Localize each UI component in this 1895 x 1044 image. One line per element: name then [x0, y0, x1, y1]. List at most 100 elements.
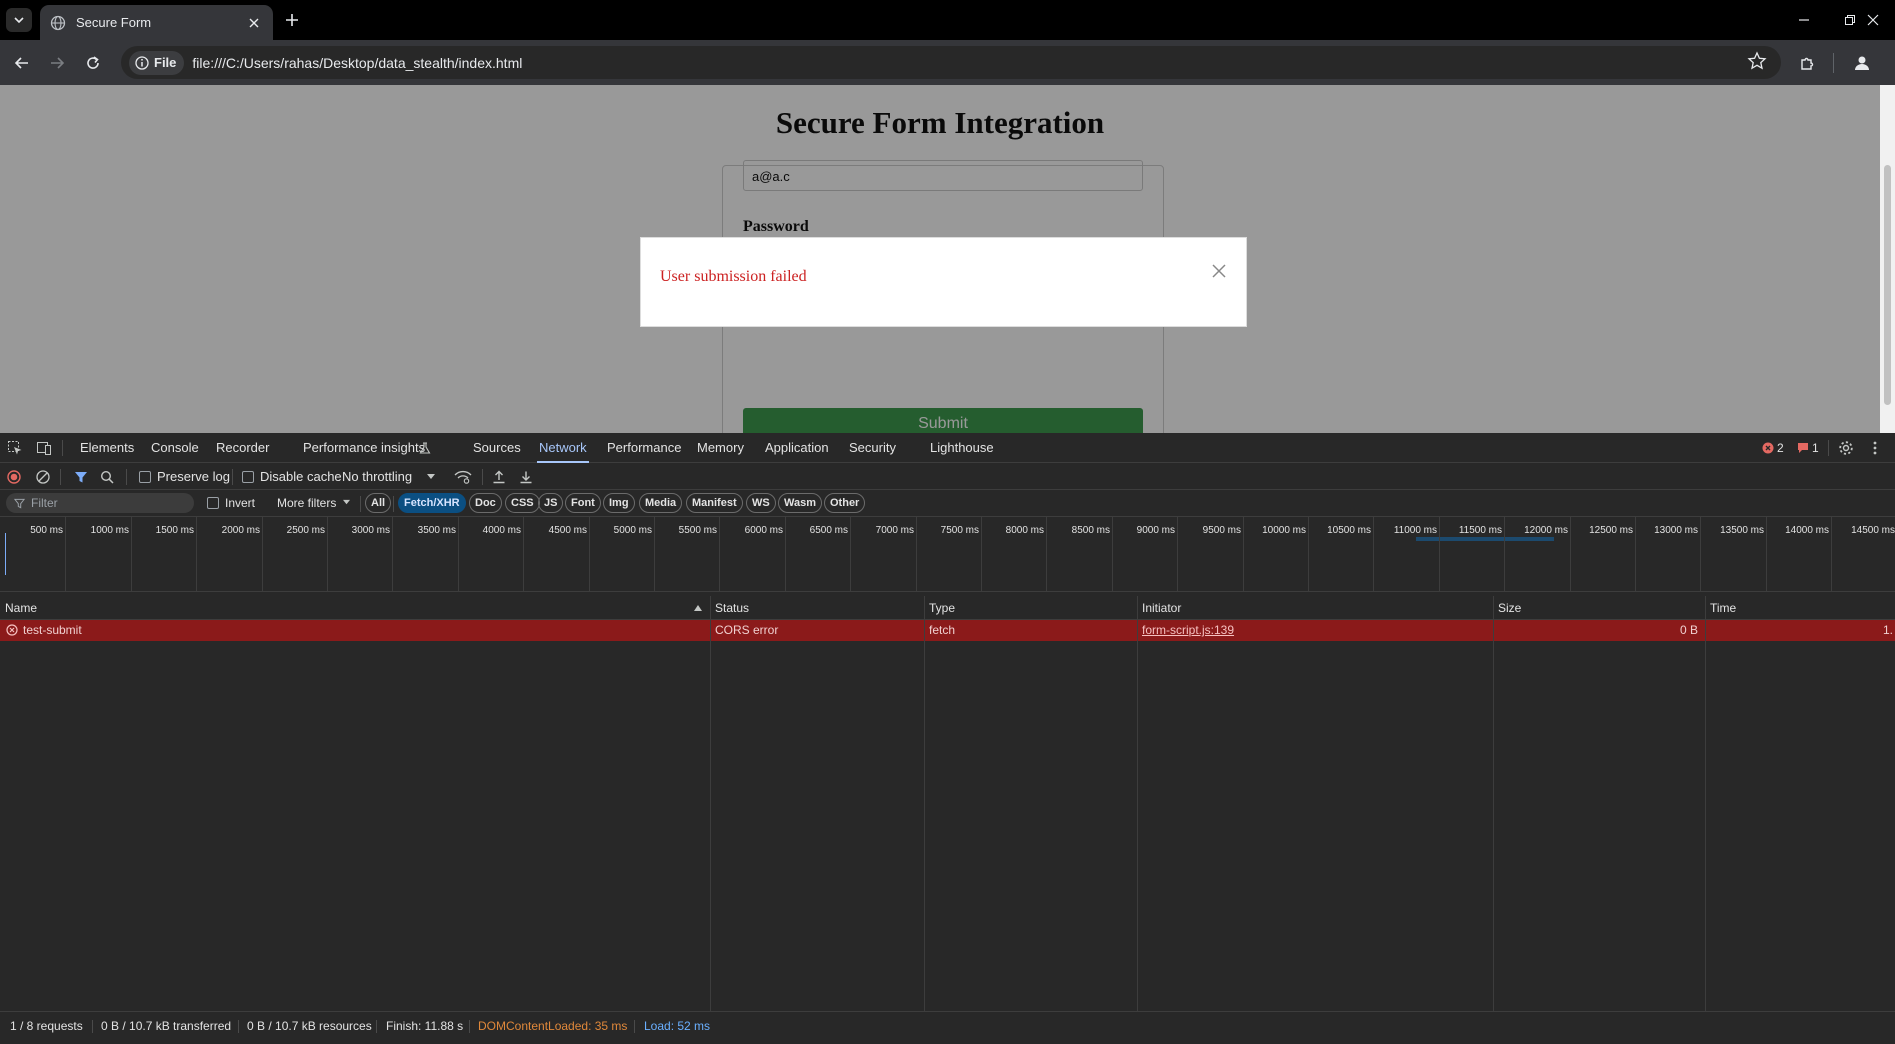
disable-cache-checkbox[interactable]: Disable cache — [242, 467, 342, 486]
filter-type-fetch-xhr[interactable]: Fetch/XHR — [398, 493, 466, 513]
tab-recorder[interactable]: Recorder — [216, 433, 269, 463]
timeline-gridline — [850, 517, 851, 592]
device-toolbar-button[interactable] — [35, 439, 53, 457]
timeline-gridline — [1504, 517, 1505, 592]
tab-lighthouse[interactable]: Lighthouse — [930, 433, 994, 463]
new-tab-button[interactable] — [282, 10, 302, 30]
bookmark-button[interactable] — [1747, 51, 1767, 71]
filter-type-font[interactable]: Font — [565, 493, 601, 513]
tab-memory[interactable]: Memory — [697, 433, 744, 463]
import-har-button[interactable] — [492, 467, 506, 486]
filter-type-doc[interactable]: Doc — [469, 493, 502, 513]
tab-performance[interactable]: Performance — [607, 433, 681, 463]
column-header-name[interactable]: Name — [0, 596, 37, 620]
filter-type-manifest[interactable]: Manifest — [686, 493, 743, 513]
filter-toggle-button[interactable] — [74, 467, 88, 486]
reload-button[interactable] — [80, 50, 106, 76]
export-har-button[interactable] — [519, 467, 533, 486]
timeline-dom-marker — [5, 533, 6, 575]
wifi-settings-icon — [454, 470, 472, 484]
filter-type-css[interactable]: CSS — [505, 493, 540, 513]
settings-button[interactable] — [1837, 439, 1855, 457]
back-button[interactable] — [9, 50, 35, 76]
site-info-chip[interactable]: File — [129, 50, 185, 75]
address-bar[interactable]: File file:///C:/Users/rahas/Desktop/data… — [121, 46, 1781, 79]
timeline-gridline — [1112, 517, 1113, 592]
search-button[interactable] — [100, 467, 114, 486]
timeline-gridline — [1373, 517, 1374, 592]
column-divider[interactable] — [1493, 596, 1494, 1011]
timeline-gridline — [1046, 517, 1047, 592]
restore-window-button[interactable] — [1838, 8, 1862, 32]
filter-type-all[interactable]: All — [365, 493, 392, 513]
request-time: 1. — [1882, 623, 1893, 637]
filter-input[interactable]: Filter — [6, 493, 194, 513]
filter-type-ws[interactable]: WS — [746, 493, 776, 513]
more-filters-dropdown[interactable]: More filters — [277, 493, 351, 512]
filter-type-wasm[interactable]: Wasm — [778, 493, 822, 513]
filter-icon — [75, 471, 87, 482]
record-button[interactable] — [7, 467, 21, 486]
column-header-time[interactable]: Time — [1705, 596, 1736, 620]
forward-button[interactable] — [44, 50, 70, 76]
issue-count-badge[interactable]: 1 — [1797, 441, 1819, 455]
error-count: 2 — [1777, 441, 1784, 455]
request-initiator-link[interactable]: form-script.js:139 — [1137, 620, 1234, 641]
tab-application[interactable]: Application — [765, 433, 829, 463]
filter-type-media[interactable]: Media — [639, 493, 683, 513]
issue-icon — [1798, 443, 1808, 453]
tab-network[interactable]: Network — [537, 433, 589, 463]
tab-sources[interactable]: Sources — [473, 433, 521, 463]
network-overview-timeline[interactable]: 500 ms 1000 ms 1500 ms 2000 ms 2500 ms 3000 m… — [0, 517, 1895, 592]
table-row[interactable]: test-submit CORS error fetch form-script… — [0, 620, 1895, 641]
timeline-gridline — [654, 517, 655, 592]
timeline-tick-label: 500 ms — [30, 525, 63, 536]
close-icon — [1867, 14, 1879, 26]
close-window-button[interactable] — [1861, 8, 1885, 32]
invert-checkbox[interactable]: Invert — [207, 493, 255, 512]
tab-security[interactable]: Security — [849, 433, 896, 463]
tab-console[interactable]: Console — [151, 433, 199, 463]
profile-button[interactable] — [1849, 50, 1875, 76]
preserve-log-checkbox[interactable]: Preserve log — [139, 467, 230, 486]
column-divider[interactable] — [1705, 596, 1706, 1011]
tab-performance-insights[interactable]: Performance insights — [303, 433, 425, 463]
close-icon — [249, 18, 259, 27]
filter-type-js[interactable]: JS — [538, 493, 564, 513]
filter-type-other[interactable]: Other — [824, 493, 866, 513]
column-header-size[interactable]: Size — [1493, 596, 1521, 620]
close-tab-button[interactable] — [245, 14, 263, 32]
timeline-tick-label: 1000 ms — [90, 525, 129, 536]
upload-icon — [493, 470, 505, 483]
page-scrollbar[interactable] — [1880, 85, 1895, 433]
request-table: Name Status Type Initiator Size Time tes… — [0, 596, 1895, 1011]
column-divider[interactable] — [1137, 596, 1138, 1011]
filter-divider — [360, 496, 361, 512]
column-divider[interactable] — [710, 596, 711, 1011]
browser-toolbar: File file:///C:/Users/rahas/Desktop/data… — [0, 40, 1895, 85]
column-header-initiator[interactable]: Initiator — [1137, 596, 1181, 620]
browser-tab-active[interactable]: Secure Form — [40, 5, 273, 40]
record-icon — [7, 469, 21, 484]
device-icon — [37, 442, 51, 455]
inspect-element-button[interactable] — [6, 439, 24, 457]
filter-type-img[interactable]: Img — [603, 493, 635, 513]
tab-elements[interactable]: Elements — [80, 433, 134, 463]
more-options-button[interactable] — [1866, 439, 1884, 457]
minimize-window-button[interactable] — [1792, 8, 1816, 32]
tab-search-button[interactable] — [6, 8, 32, 32]
timeline-gridline — [458, 517, 459, 592]
modal-close-button[interactable] — [1210, 262, 1228, 280]
column-header-type[interactable]: Type — [924, 596, 955, 620]
column-divider[interactable] — [924, 596, 925, 1011]
throttling-select[interactable]: No throttling — [342, 467, 436, 486]
extensions-button[interactable] — [1795, 50, 1821, 76]
error-icon — [6, 624, 18, 636]
clear-button[interactable] — [36, 467, 50, 486]
column-header-status[interactable]: Status — [710, 596, 749, 620]
restore-icon — [1845, 15, 1855, 25]
error-count-badge[interactable]: 2 — [1762, 441, 1784, 455]
timeline-tick-label: 4500 ms — [548, 525, 587, 536]
network-conditions-button[interactable] — [454, 467, 472, 486]
scrollbar-thumb[interactable] — [1884, 165, 1891, 405]
